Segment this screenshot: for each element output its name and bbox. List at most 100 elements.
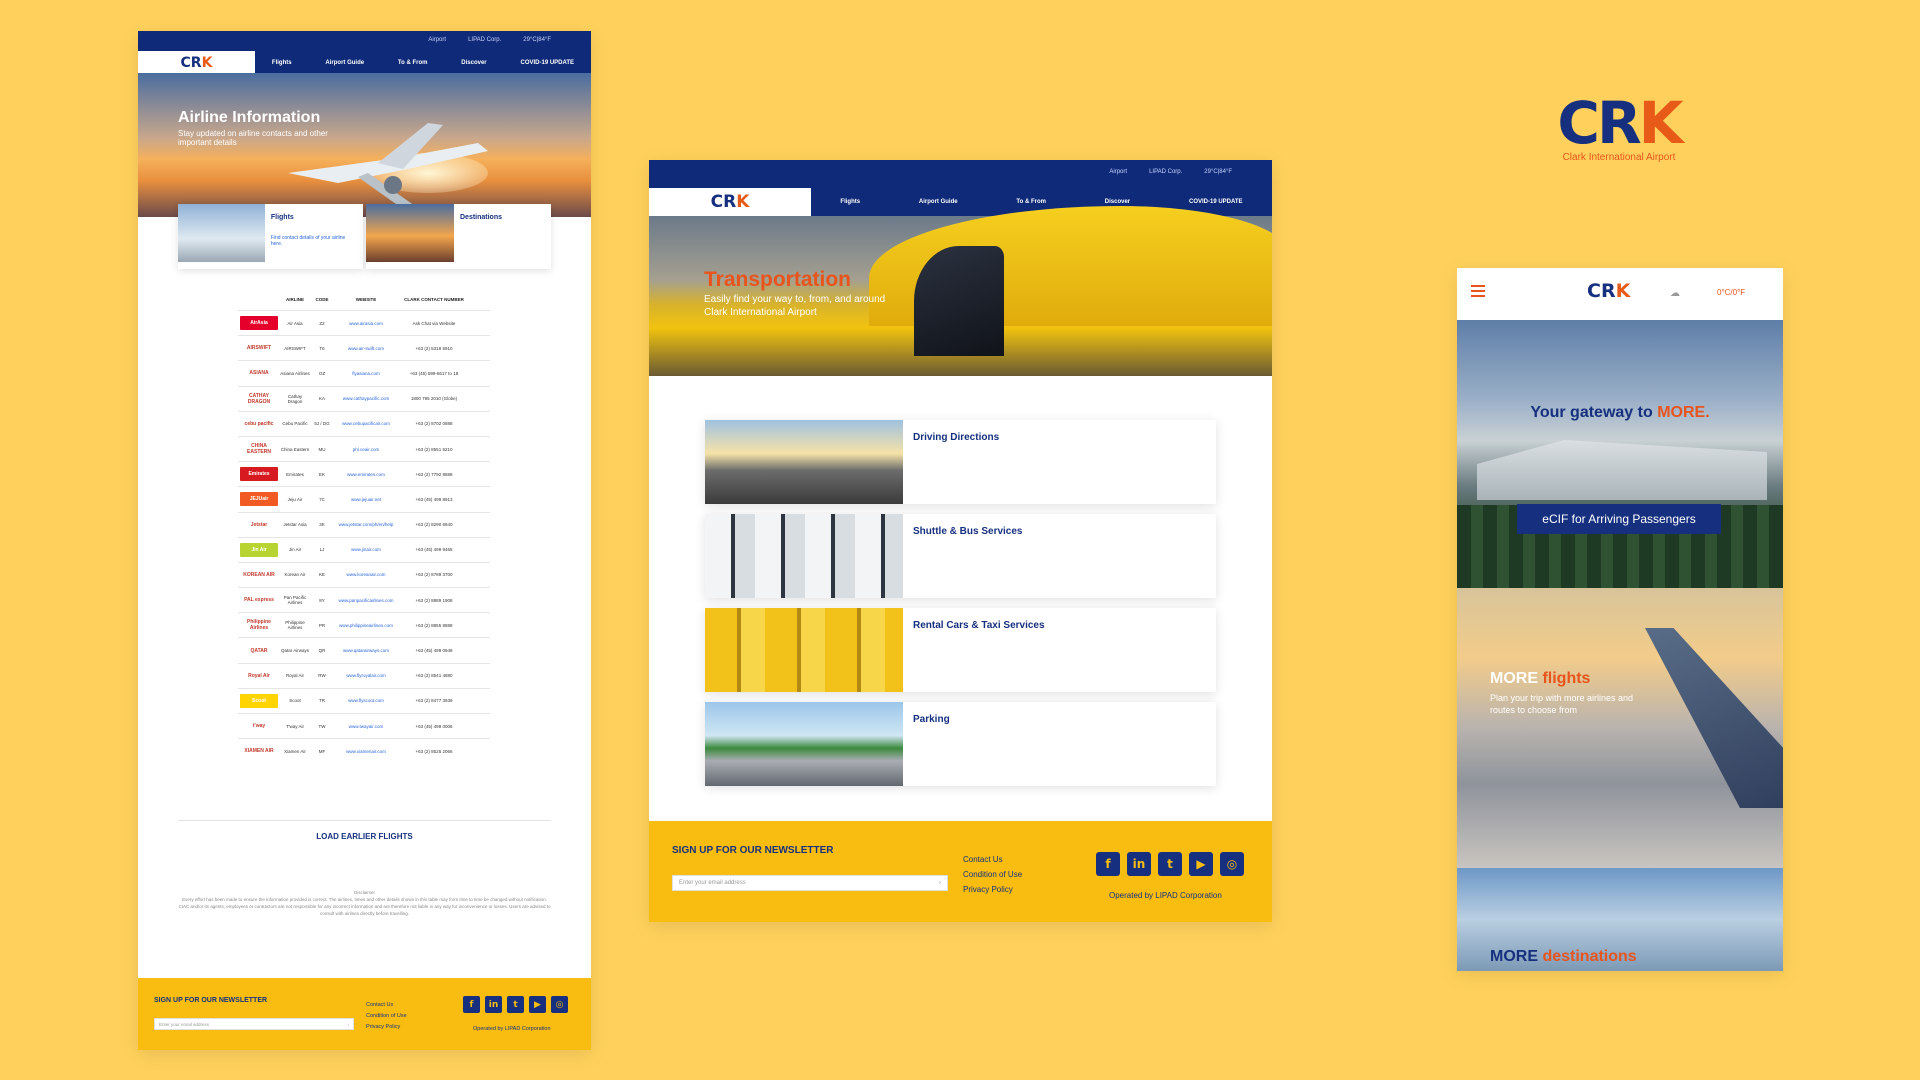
contact-us-link[interactable]: Contact Us <box>963 852 1022 867</box>
operator-text: Operated by LIPAD Corporation <box>473 1026 551 1032</box>
gateway-heading-text: Your gateway to <box>1530 404 1658 421</box>
airline-contact: +63 (2) 8551 5210 <box>415 446 453 452</box>
flights-card-desc: Find contact details of your airline her… <box>270 235 346 247</box>
nav-to-from[interactable]: To & From <box>398 60 428 66</box>
airline-logo: Jin Air <box>240 542 278 557</box>
flights-card-title: Flights <box>270 214 294 221</box>
airline-logo: cebu pacific <box>240 416 278 431</box>
airline-website[interactable]: flyasiana.com <box>334 371 398 376</box>
privacy-policy-link[interactable]: Privacy Policy <box>366 1022 407 1033</box>
airline-website[interactable]: www.twayair.com <box>334 724 398 729</box>
brand-mark: CRK <box>1544 92 1694 154</box>
mobile-logo[interactable]: CRK <box>1587 280 1630 302</box>
shuttle-bus-card[interactable]: Shuttle & Bus Services <box>705 514 1216 598</box>
table-row: PAL express Pan Pacific Airlines 8Y www.pan… <box>238 587 490 612</box>
airline-website[interactable]: www.jejuair.net <box>334 497 398 502</box>
facebook-icon[interactable]: f <box>1096 852 1120 876</box>
youtube-icon[interactable]: ▶ <box>529 996 546 1013</box>
nav-covid-update[interactable]: COVID-19 UPDATE <box>1189 199 1243 205</box>
nav-discover[interactable]: Discover <box>1105 199 1130 205</box>
site-header: Airport LIPAD Corp. 29°C|84°F CR K Flight… <box>138 31 591 75</box>
terminal-image <box>1477 440 1767 500</box>
airline-website[interactable]: www.cebupacificair.com <box>334 421 398 426</box>
condition-of-use-link[interactable]: Condition of Use <box>366 1011 407 1022</box>
col-airline: AIRLINE <box>286 296 304 302</box>
site-logo[interactable]: CR K <box>649 188 811 216</box>
destinations-card[interactable]: Destinations <box>366 204 551 269</box>
airline-website[interactable]: www.philippineairlines.com <box>334 623 398 628</box>
hamburger-menu-icon[interactable] <box>1471 285 1485 300</box>
table-row: Philippine Airlines Philippine Airlines PR… <box>238 612 490 637</box>
nav-discover[interactable]: Discover <box>461 60 486 66</box>
site-footer: SIGN UP FOR OUR NEWSLETTER Enter your em… <box>649 821 1272 922</box>
instagram-icon[interactable]: ◎ <box>551 996 568 1013</box>
nav-airport-guide[interactable]: Airport Guide <box>325 60 364 66</box>
nav-flights[interactable]: Flights <box>272 60 292 66</box>
util-airport[interactable]: Airport <box>428 37 446 51</box>
table-row: XIAMEN AIR Xiamen Air MF www.xiamenair.com +… <box>238 738 490 763</box>
contact-us-link[interactable]: Contact Us <box>366 1000 407 1011</box>
site-logo[interactable]: CR K <box>138 51 255 75</box>
load-earlier-flights-button[interactable]: LOAD EARLIER FLIGHTS <box>138 832 591 841</box>
submit-arrow-icon[interactable]: › <box>939 880 941 886</box>
airline-website[interactable]: www.flyroyalair.com <box>334 673 398 678</box>
airline-website[interactable]: www.qatarairways.com <box>334 648 398 653</box>
page-subtitle: Easily find your way to, from, and aroun… <box>704 294 886 318</box>
youtube-icon[interactable]: ▶ <box>1189 852 1213 876</box>
airline-website[interactable]: phl.ceair.com <box>334 447 398 452</box>
nav-covid-update[interactable]: COVID-19 UPDATE <box>520 60 574 66</box>
newsletter-email-input[interactable]: Enter your email address › <box>154 1018 354 1030</box>
parking-card[interactable]: Parking <box>705 702 1216 786</box>
nav-airport-guide[interactable]: Airport Guide <box>919 199 958 205</box>
facebook-icon[interactable]: f <box>463 996 480 1013</box>
rental-taxi-title: Rental Cars & Taxi Services <box>913 620 1045 631</box>
airline-website[interactable]: www.airasia.com <box>334 321 398 326</box>
nav-to-from[interactable]: To & From <box>1016 199 1046 205</box>
twitter-icon[interactable]: t <box>507 996 524 1013</box>
airline-name: Asiana Airlines <box>280 370 310 376</box>
airline-website[interactable]: www.koreanair.com <box>334 572 398 577</box>
table-row: JEJUair Jeju Air 7C www.jejuair.net +63 (45)… <box>238 486 490 511</box>
logo-text-accent: K <box>201 55 213 71</box>
instagram-icon[interactable]: ◎ <box>1220 852 1244 876</box>
linkedin-icon[interactable]: in <box>485 996 502 1013</box>
submit-arrow-icon[interactable]: › <box>348 1022 350 1027</box>
privacy-policy-link[interactable]: Privacy Policy <box>963 882 1022 897</box>
airline-website[interactable]: www.jetstar.com/ph/en/help <box>334 522 398 527</box>
linkedin-icon[interactable]: in <box>1127 852 1151 876</box>
airline-website[interactable]: www.panpacificairlines.com <box>334 598 398 603</box>
nav-flights[interactable]: Flights <box>840 199 860 205</box>
airline-website[interactable]: www.air-swift.com <box>334 346 398 351</box>
condition-of-use-link[interactable]: Condition of Use <box>963 867 1022 882</box>
flights-card-image <box>178 204 265 262</box>
ecif-button[interactable]: eCIF for Arriving Passengers <box>1517 504 1721 534</box>
flights-card[interactable]: Flights Find contact details of your air… <box>178 204 363 269</box>
twitter-icon[interactable]: t <box>1158 852 1182 876</box>
airline-website[interactable]: www.emirates.com <box>334 472 398 477</box>
shuttle-bus-image <box>705 514 903 598</box>
airline-website[interactable]: www.flyscoot.com <box>334 698 398 703</box>
airline-name: Philippine Airlines <box>285 620 305 631</box>
table-header: AIRLINE CODE WEBSITE CLARK CONTACT NUMBE… <box>238 288 490 310</box>
destinations-panel[interactable]: MORE destinations <box>1457 868 1783 971</box>
util-lipad[interactable]: LIPAD Corp. <box>1149 169 1182 188</box>
newsletter-title: SIGN UP FOR OUR NEWSLETTER <box>154 997 268 1004</box>
airline-name: Royal Air <box>285 673 304 679</box>
airline-website[interactable]: www.jinair.com <box>334 547 398 552</box>
util-airport[interactable]: Airport <box>1109 169 1127 188</box>
destinations-card-image <box>366 204 454 262</box>
rental-taxi-card[interactable]: Rental Cars & Taxi Services <box>705 608 1216 692</box>
driving-directions-card[interactable]: Driving Directions <box>705 420 1216 504</box>
airline-code: LJ <box>319 547 325 553</box>
airline-website[interactable]: www.xiamenair.com <box>334 749 398 754</box>
flights-panel[interactable]: MORE flights Plan your trip with more ai… <box>1457 588 1783 868</box>
airline-code: T6 <box>319 345 325 351</box>
newsletter-email-input[interactable]: Enter your email address › <box>672 875 948 891</box>
divider <box>178 820 551 821</box>
mobile-homepage-mockup: CRK ☁ 0°C/0°F Your gateway to MORE. eCIF… <box>1457 268 1783 971</box>
gateway-panel: Your gateway to MORE. eCIF for Arriving … <box>1457 320 1783 590</box>
util-lipad[interactable]: LIPAD Corp. <box>468 37 501 51</box>
airline-website[interactable]: www.cathaypacific.com <box>334 396 398 401</box>
airline-name: Jin Air <box>288 547 302 553</box>
site-footer: SIGN UP FOR OUR NEWSLETTER Enter your em… <box>138 978 591 1050</box>
